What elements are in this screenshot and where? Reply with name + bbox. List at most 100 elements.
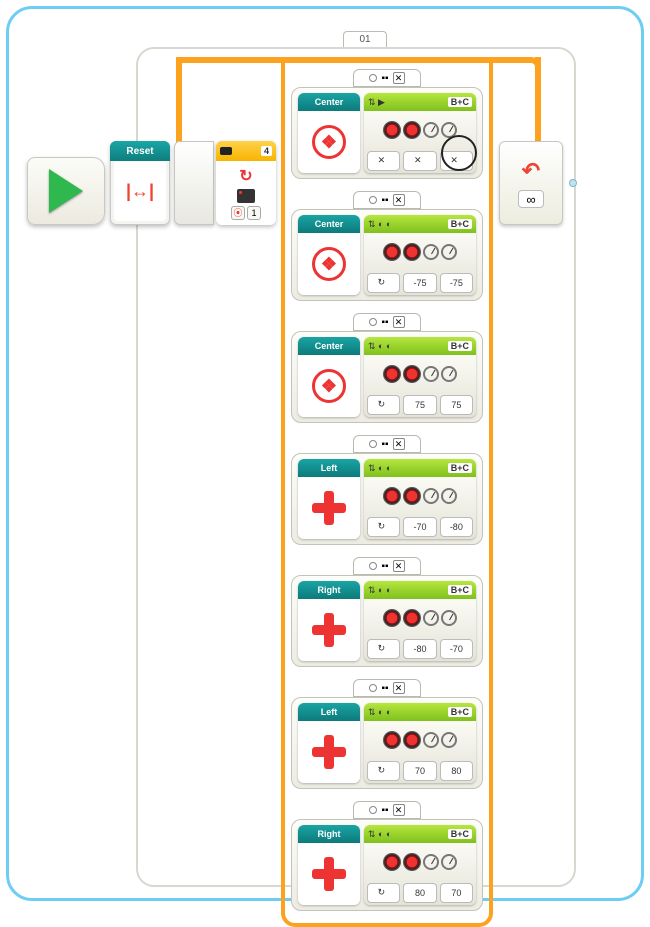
case-close-icon[interactable]: ✕ [393,438,405,450]
case-default-radio[interactable] [369,684,377,692]
motor-power-right[interactable]: -75 [440,273,473,293]
case-close-icon[interactable]: ✕ [393,316,405,328]
motor-header-icons: ⇅ ▶ [368,97,385,108]
switch-case[interactable]: ▪▪✕Left⇅ ◐ ◐B+C↻7080 [291,679,483,789]
case-default-radio[interactable] [369,806,377,814]
case-close-icon[interactable]: ✕ [393,194,405,206]
case-tab[interactable]: ▪▪✕ [353,679,421,697]
motor-power-right[interactable]: 80 [440,761,473,781]
wheel-icon [403,609,421,627]
move-tank-block[interactable]: ⇅ ◐ ◐B+C ↻8070 [364,825,476,905]
motor-mode-param[interactable]: ↻ [367,761,400,781]
motor-port-label[interactable]: B+C [448,707,472,717]
ir-port-label[interactable]: 4 [261,146,272,156]
motor-power-left[interactable]: -70 [403,517,436,537]
case-default-radio[interactable] [369,196,377,204]
motor-body: ↻-75-75 [364,233,476,295]
beacon-myblock[interactable]: Center❖ [298,215,360,295]
beacon-swirl-icon: ❖ [312,125,346,159]
beacon-myblock[interactable]: Left [298,459,360,539]
case-tab[interactable]: ▪▪ ✕ [353,191,421,209]
switch-case[interactable]: ▪▪✕Center❖⇅ ▶B+C✕✕✕ [291,69,483,179]
case-tab[interactable]: ▪▪✕ [353,69,421,87]
loop-name-tab[interactable]: 01 [343,31,387,47]
loop-condition[interactable]: ∞ [518,190,544,208]
case-close-icon[interactable]: ✕ [393,560,405,572]
beacon-body: ❖ [298,233,360,295]
switch-case[interactable]: ▪▪✕Center❖⇅ ◐ ◐B+C↻7575 [291,313,483,423]
gauge-icon [441,488,457,504]
motor-power-right[interactable]: -70 [440,639,473,659]
motor-mode-param[interactable]: ↻ [367,639,400,659]
motor-port-label[interactable]: B+C [448,341,472,351]
motor-power-left[interactable]: -75 [403,273,436,293]
move-tank-block[interactable]: ⇅ ◐ ◐B+C↻-70-80 [364,459,476,539]
motor-port-label[interactable]: B+C [448,219,472,229]
case-default-radio[interactable] [369,318,377,326]
move-tank-block[interactable]: ⇅ ◐ ◐B+C↻-75-75 [364,215,476,295]
motor-power-left[interactable]: -80 [403,639,436,659]
beacon-myblock[interactable]: Right [298,581,360,661]
remote-icon [237,189,255,203]
motor-power-left[interactable]: ✕ [403,151,436,171]
motor-mode-param[interactable]: ↻ [367,883,400,903]
motor-mode-param[interactable]: ↻ [367,395,400,415]
ir-channel-value[interactable]: 1 [247,206,261,220]
motor-header: ⇅ ◐ ◐B+C [364,825,476,843]
motor-power-left[interactable]: 75 [403,395,436,415]
switch-case[interactable]: ▪▪✕Right⇅ ◐ ◐B+C↻-80-70 [291,557,483,667]
case-close-icon[interactable]: ✕ [393,804,405,816]
reset-arrows-icon: |↔| [126,181,154,202]
motor-header: ⇅ ◐ ◐B+C [364,337,476,355]
ir-header: 4 [216,141,276,161]
case-default-radio[interactable] [369,440,377,448]
beacon-myblock[interactable]: Right [298,825,360,905]
case-tab-icon: ▪▪ [381,195,388,206]
wheel-icon [403,243,421,261]
switch-case[interactable]: ▪▪✕Left⇅ ◐ ◐B+C↻-70-80 [291,435,483,545]
case-close-icon[interactable]: ✕ [393,682,405,694]
motor-mode-param[interactable]: ↻ [367,273,400,293]
beacon-myblock[interactable]: Center❖ [298,93,360,173]
case-tab[interactable]: ▪▪✕ [353,313,421,331]
loop-end-block[interactable]: ↶ ∞ [499,141,563,225]
motor-params-row: ✕✕✕ [364,149,476,173]
reset-myblock[interactable]: Reset |↔| [110,141,170,225]
motor-power-left[interactable]: 70 [403,761,436,781]
motor-port-label[interactable]: B+C [448,463,472,473]
motor-mode-param[interactable]: ✕ [367,151,400,171]
switch-case[interactable]: ▪▪ ✕ Right⇅ ◐ ◐B+C ↻8070 [291,801,483,911]
case-tab[interactable]: ▪▪✕ [353,435,421,453]
case-default-radio[interactable] [369,562,377,570]
loop-on-icon: ↻ [378,643,390,655]
move-tank-block[interactable]: ⇅ ▶B+C✕✕✕ [364,93,476,173]
program-canvas[interactable]: 01 Reset |↔| 4 ↻ [9,9,641,898]
case-tab[interactable]: ▪▪✕ [353,557,421,575]
move-tank-block[interactable]: ⇅ ◐ ◐B+C↻7575 [364,337,476,417]
motor-power-left[interactable]: 80 [403,883,436,903]
motor-port-label[interactable]: B+C [448,97,472,107]
loop-start-cap[interactable] [174,141,214,225]
motor-port-label[interactable]: B+C [448,585,472,595]
ir-sensor-icon [220,147,232,155]
motor-power-right[interactable]: 75 [440,395,473,415]
motor-header: ⇅ ▶ B+C [364,93,476,111]
case-tab-icon: ▪▪ [381,805,388,816]
motor-power-right[interactable]: ✕ [440,151,473,171]
motor-port-label[interactable]: B+C [448,829,472,839]
case-close-icon[interactable]: ✕ [393,72,405,84]
beacon-myblock[interactable]: Center❖ [298,337,360,417]
case-tab[interactable]: ▪▪ ✕ [353,801,421,819]
motor-power-right[interactable]: -80 [440,517,473,537]
switch-case[interactable]: ▪▪✕Center❖⇅ ◐ ◐B+C↻-75-75 [291,191,483,301]
move-tank-block[interactable]: ⇅ ◐ ◐B+C↻-80-70 [364,581,476,661]
beacon-myblock[interactable]: Left [298,703,360,783]
motor-mode-param[interactable]: ↻ [367,517,400,537]
start-block[interactable] [27,157,105,225]
case-default-radio[interactable] [369,74,377,82]
motor-power-right[interactable]: 70 [440,883,473,903]
ir-mode-icon: ↻ [239,166,252,186]
ir-switch-block[interactable]: 4 ↻ ⦿ 1 [216,141,276,225]
ir-beacon-icon[interactable]: ⦿ [231,206,245,220]
move-tank-block[interactable]: ⇅ ◐ ◐B+C↻7080 [364,703,476,783]
